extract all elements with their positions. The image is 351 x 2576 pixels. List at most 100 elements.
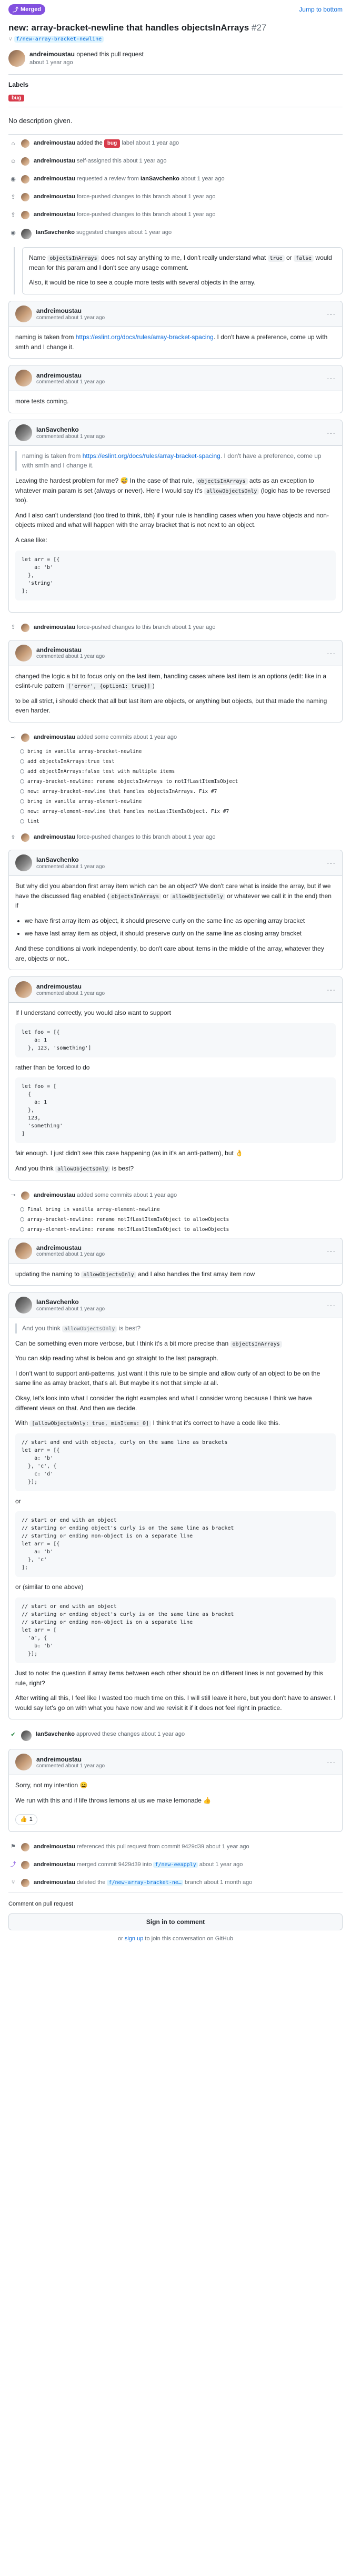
commit-row[interactable]: add objectInArrays:false test with multi… <box>20 767 343 777</box>
bookmark-icon: ⚑ <box>11 1844 16 1850</box>
avatar[interactable] <box>21 733 29 742</box>
comment-author[interactable]: andreimoustau <box>36 1244 105 1251</box>
commit-row[interactable]: add objectsInArrays:true test <box>20 757 343 767</box>
comment-author[interactable]: andreimoustau <box>36 646 105 654</box>
avatar[interactable] <box>21 157 29 166</box>
comment-author[interactable]: IanSavchenko <box>36 1298 105 1306</box>
opener-user[interactable]: andreimoustau <box>29 50 75 58</box>
avatar[interactable] <box>21 623 29 632</box>
avatar[interactable] <box>15 1297 32 1314</box>
event-actor[interactable]: andreimoustau <box>34 734 75 740</box>
avatar[interactable] <box>21 193 29 202</box>
commit-row[interactable]: array-bracket-newline: rename notIfLastI… <box>20 1215 343 1225</box>
comment-header: andreimoustau commented about 1 year ago… <box>9 640 342 666</box>
kebab-menu-icon[interactable]: ··· <box>327 429 336 437</box>
kebab-menu-icon[interactable]: ··· <box>327 1247 336 1255</box>
commit-message[interactable]: add objectInArrays:false test with multi… <box>27 769 175 775</box>
kebab-menu-icon[interactable]: ··· <box>327 310 336 318</box>
event-actor[interactable]: andreimoustau <box>34 140 75 146</box>
commit-row[interactable]: bring in vanilla array-bracket-newline <box>20 747 343 757</box>
commit-row[interactable]: new: array-bracket-newline that handles … <box>20 787 343 797</box>
event-text: andreimoustau deleted the f/new-array-br… <box>34 1879 252 1887</box>
avatar[interactable] <box>21 229 32 240</box>
event-time: about 1 year ago <box>199 1861 243 1868</box>
commit-row[interactable]: new: array-element-newline that handles … <box>20 807 343 817</box>
head-branch[interactable]: f/new-array-bracket-newline <box>14 36 104 43</box>
sign-in-button[interactable]: Sign in to comment <box>8 1913 343 1930</box>
avatar[interactable] <box>15 981 32 999</box>
avatar[interactable] <box>21 1842 29 1851</box>
commit-row[interactable]: bring in vanilla array-element-newline <box>20 797 343 807</box>
comment-card: andreimoustau commented about 1 year ago… <box>8 1237 343 1286</box>
event-actor[interactable]: andreimoustau <box>34 624 75 630</box>
commit-message[interactable]: new: array-element-newline that handles … <box>27 809 229 814</box>
event-actor[interactable]: andreimoustau <box>34 1879 75 1886</box>
sign-up-link[interactable]: sign up <box>125 1936 143 1942</box>
base-branch[interactable]: f/new-eeapply <box>153 1861 198 1868</box>
commit-message[interactable]: Final bring in vanilla array-element-new… <box>27 1207 160 1213</box>
event-actor[interactable]: andreimoustau <box>34 194 75 200</box>
event-actor[interactable]: andreimoustau <box>34 1844 75 1850</box>
external-link[interactable]: https://eslint.org/docs/rules/array-brac… <box>83 452 220 460</box>
comment-author[interactable]: andreimoustau <box>36 1756 105 1763</box>
kebab-menu-icon[interactable]: ··· <box>327 859 336 867</box>
avatar[interactable] <box>15 424 32 441</box>
avatar[interactable] <box>15 1754 32 1771</box>
event-actor[interactable]: andreimoustau <box>34 176 75 182</box>
kebab-menu-icon[interactable]: ··· <box>327 1301 336 1309</box>
event-actor[interactable]: andreimoustau <box>34 158 75 164</box>
comment-author[interactable]: andreimoustau <box>36 372 105 379</box>
commit-message[interactable]: array-element-newline: rename notIfLastI… <box>27 1227 229 1233</box>
avatar[interactable] <box>21 1730 32 1742</box>
kebab-menu-icon[interactable]: ··· <box>327 649 336 657</box>
kebab-menu-icon[interactable]: ··· <box>327 1758 336 1766</box>
commit-row[interactable]: Final bring in vanilla array-element-new… <box>20 1205 343 1215</box>
avatar[interactable] <box>15 854 32 871</box>
jump-to-bottom-link[interactable]: Jump to bottom <box>299 6 343 13</box>
avatar[interactable] <box>15 644 32 661</box>
avatar[interactable] <box>21 1191 29 1200</box>
event-target-user[interactable]: IanSavchenko <box>141 176 179 182</box>
comment-author[interactable]: IanSavchenko <box>36 426 105 433</box>
reaction-thumbs-up[interactable]: 👍 1 <box>15 1814 37 1825</box>
kebab-menu-icon[interactable]: ··· <box>327 374 336 382</box>
commit-row[interactable]: lint <box>20 817 343 827</box>
bullet-list: we have first array item as object, it s… <box>15 916 336 939</box>
commit-message[interactable]: array-bracket-newline: rename notIfLastI… <box>27 1217 229 1223</box>
avatar[interactable] <box>21 833 29 842</box>
code-block: let arr = [{ a: 'b' }, 'string' ]; <box>15 550 336 600</box>
avatar[interactable] <box>8 50 25 67</box>
commit-message[interactable]: array-bracket-newline: rename objectsInA… <box>27 779 238 785</box>
avatar[interactable] <box>21 1878 29 1887</box>
comment-author[interactable]: andreimoustau <box>36 307 105 314</box>
event-actor[interactable]: andreimoustau <box>34 834 75 840</box>
commit-message[interactable]: lint <box>27 819 39 824</box>
avatar[interactable] <box>15 370 32 387</box>
avatar[interactable] <box>15 306 32 323</box>
commit-message[interactable]: add objectsInArrays:true test <box>27 759 115 765</box>
avatar[interactable] <box>21 175 29 184</box>
event-actor[interactable]: andreimoustau <box>34 1861 75 1868</box>
kebab-menu-icon[interactable]: ··· <box>327 985 336 994</box>
external-link[interactable]: https://eslint.org/docs/rules/array-brac… <box>76 333 214 341</box>
comment-author[interactable]: IanSavchenko <box>36 856 105 863</box>
avatar[interactable] <box>21 1860 29 1869</box>
label-bug[interactable]: bug <box>8 95 25 102</box>
commit-message[interactable]: bring in vanilla array-element-newline <box>27 799 142 805</box>
commit-row[interactable]: array-element-newline: rename notIfLastI… <box>20 1225 343 1235</box>
comment-body: updating the naming to allowObjectsOnly … <box>9 1264 342 1286</box>
event-description: requested a review from <box>76 176 139 182</box>
avatar[interactable] <box>21 211 29 220</box>
event-actor[interactable]: IanSavchenko <box>36 229 75 236</box>
commit-message[interactable]: bring in vanilla array-bracket-newline <box>27 749 142 755</box>
event-actor[interactable]: IanSavchenko <box>36 1731 75 1737</box>
event-actor[interactable]: andreimoustau <box>34 1192 75 1198</box>
comment-author[interactable]: andreimoustau <box>36 983 105 990</box>
ok-hand-emoji-icon: 👌 <box>235 1149 244 1157</box>
avatar[interactable] <box>21 139 29 148</box>
event-actor[interactable]: andreimoustau <box>34 211 75 218</box>
commit-row[interactable]: array-bracket-newline: rename objectsInA… <box>20 777 343 787</box>
label-bug[interactable]: bug <box>104 139 121 148</box>
avatar[interactable] <box>15 1242 32 1259</box>
commit-message[interactable]: new: array-bracket-newline that handles … <box>27 789 217 795</box>
